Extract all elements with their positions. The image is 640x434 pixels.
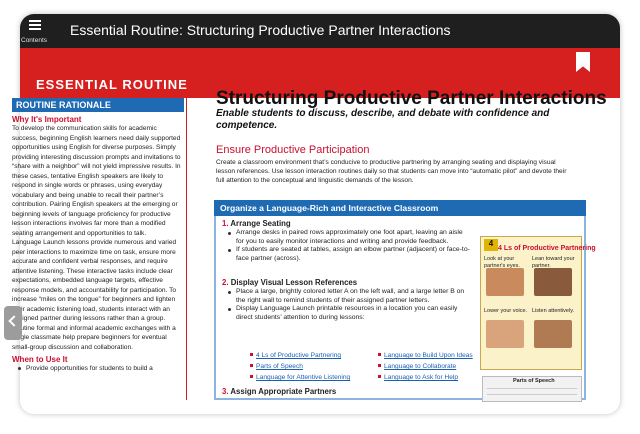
step-display-references: 2. Display Visual Lesson References Plac… xyxy=(222,278,472,323)
when-heading: When to Use It xyxy=(12,355,68,364)
poster-cell: Lower your voice. xyxy=(484,308,528,314)
table-rule xyxy=(487,394,577,395)
step-title: Assign Appropriate Partners xyxy=(230,387,337,396)
routine-title: ESSENTIAL ROUTINE xyxy=(36,77,188,92)
poster-cell: Listen attentively. xyxy=(532,308,575,314)
step-assign-partners: 3. Assign Appropriate Partners xyxy=(222,387,472,397)
launch-text: Language Launch lessons provide numerous… xyxy=(12,239,177,351)
contents-label: Contents xyxy=(21,37,48,44)
student-photo xyxy=(534,320,572,348)
app-title: Essential Routine: Structuring Productiv… xyxy=(70,22,451,38)
link-parts-of-speech[interactable]: Parts of Speech xyxy=(250,361,368,372)
routine-rationale-column: ROUTINE RATIONALE Why It's Important To … xyxy=(12,98,184,374)
step-title: Arrange Seating xyxy=(230,219,291,228)
bullet: Place a large, brightly colored letter A… xyxy=(228,288,472,306)
bullet: Display Language Launch printable resour… xyxy=(228,305,472,323)
top-bar: Contents Essential Routine: Structuring … xyxy=(20,14,620,48)
parts-of-speech-thumbnail[interactable]: Parts of Speech xyxy=(482,376,582,402)
thumbnail-title: Parts of Speech xyxy=(513,378,555,384)
step-title: Display Visual Lesson References xyxy=(230,278,358,287)
ensure-heading: Ensure Productive Participation xyxy=(216,144,370,156)
why-heading: Why It's Important xyxy=(12,115,82,124)
step-number: 1. xyxy=(222,219,229,228)
poster-title: 4 Ls of Productive Partnering xyxy=(498,245,596,252)
section-title: ROUTINE RATIONALE xyxy=(12,98,184,112)
table-rule xyxy=(487,388,577,389)
hamburger-icon xyxy=(29,20,41,30)
page-subtitle: Enable students to discuss, describe, an… xyxy=(216,108,550,131)
page-title: Structuring Productive Partner Interacti… xyxy=(216,88,607,109)
ensure-text: Create a classroom environment that’s co… xyxy=(216,159,567,184)
previous-page-button[interactable] xyxy=(4,306,22,340)
when-item: Provide opportunities for students to bu… xyxy=(18,364,184,374)
organize-heading: Organize a Language-Rich and Interactive… xyxy=(214,200,586,216)
student-photo xyxy=(486,268,524,296)
student-photo xyxy=(534,268,572,296)
step-arrange-seating: 1. Arrange Seating Arrange desks in pair… xyxy=(222,219,472,264)
link-collaborate[interactable]: Language to Collaborate xyxy=(378,361,488,372)
student-photo xyxy=(486,320,524,348)
why-text: To develop the communication skills for … xyxy=(12,125,181,237)
column-divider xyxy=(186,98,187,400)
link-ask-help[interactable]: Language to Ask for Help xyxy=(378,372,488,383)
link-build-upon[interactable]: Language to Build Upon Ideas xyxy=(378,350,488,361)
step-number: 3. xyxy=(222,387,229,396)
link-4ls[interactable]: 4 Ls of Productive Partnering xyxy=(250,350,368,361)
link-attentive-listening[interactable]: Language for Attentive Listening xyxy=(250,372,368,383)
contents-menu-button[interactable]: Contents xyxy=(20,14,50,48)
step-number: 2. xyxy=(222,278,229,287)
poster-number: 4 xyxy=(484,239,498,251)
bullet: If students are seated at tables, assign… xyxy=(228,246,472,264)
bullet: Arrange desks in paired rows approximate… xyxy=(228,229,472,247)
